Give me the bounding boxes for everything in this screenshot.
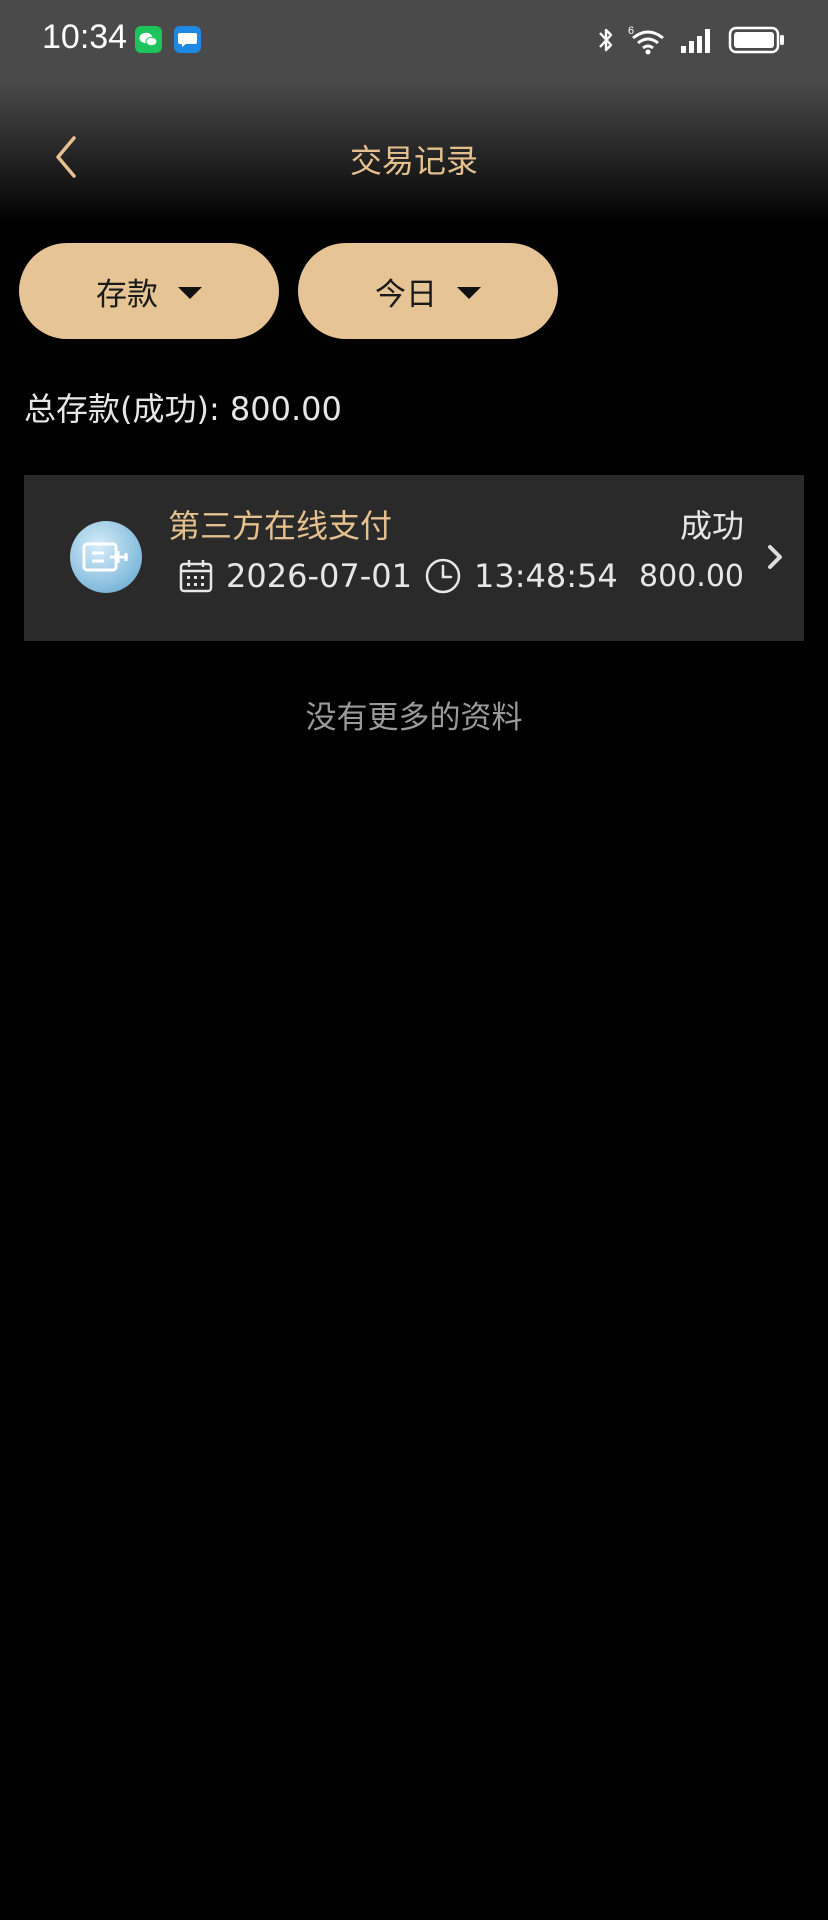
wechat-icon [135,26,162,53]
record-amount: 800.00 [639,559,744,594]
clock-icon [425,558,461,594]
caret-down-icon [178,287,202,299]
no-more-data-text: 没有更多的资料 [305,700,523,736]
transaction-record[interactable]: 第三方在线支付 成功 2026-07-01 13:48:54 800.00 [24,475,804,641]
deposit-summary: 总存款(成功): 800.00 [24,390,342,428]
svg-text:6: 6 [628,25,634,37]
filter-date-label: 今日 [375,276,437,313]
payment-method-logo [70,521,142,593]
status-time: 10:34 [42,18,128,56]
bluetooth-icon [599,28,613,52]
record-time-text: 13:48:54 [474,557,618,595]
status-bar: 10:34 6 [0,0,828,80]
calendar-icon [179,560,213,593]
battery-icon [728,26,784,54]
record-time: 13:48:54 [424,557,618,595]
payment-method-name: 第三方在线支付 [168,507,393,545]
filter-type-dropdown[interactable]: 存款 [19,243,279,339]
chevron-right-icon [768,545,782,569]
message-icon [174,26,201,53]
wifi-icon: 6 [628,25,664,55]
filter-type-label: 存款 [96,276,158,313]
filter-date-dropdown[interactable]: 今日 [298,243,558,339]
status-badge: 成功 [679,507,744,545]
status-icons: 6 [596,22,786,58]
page-title: 交易记录 [349,142,478,180]
record-date-text: 2026-07-01 [226,557,412,595]
record-date: 2026-07-01 [178,557,412,595]
caret-down-icon [457,287,481,299]
signal-icon [681,29,710,53]
